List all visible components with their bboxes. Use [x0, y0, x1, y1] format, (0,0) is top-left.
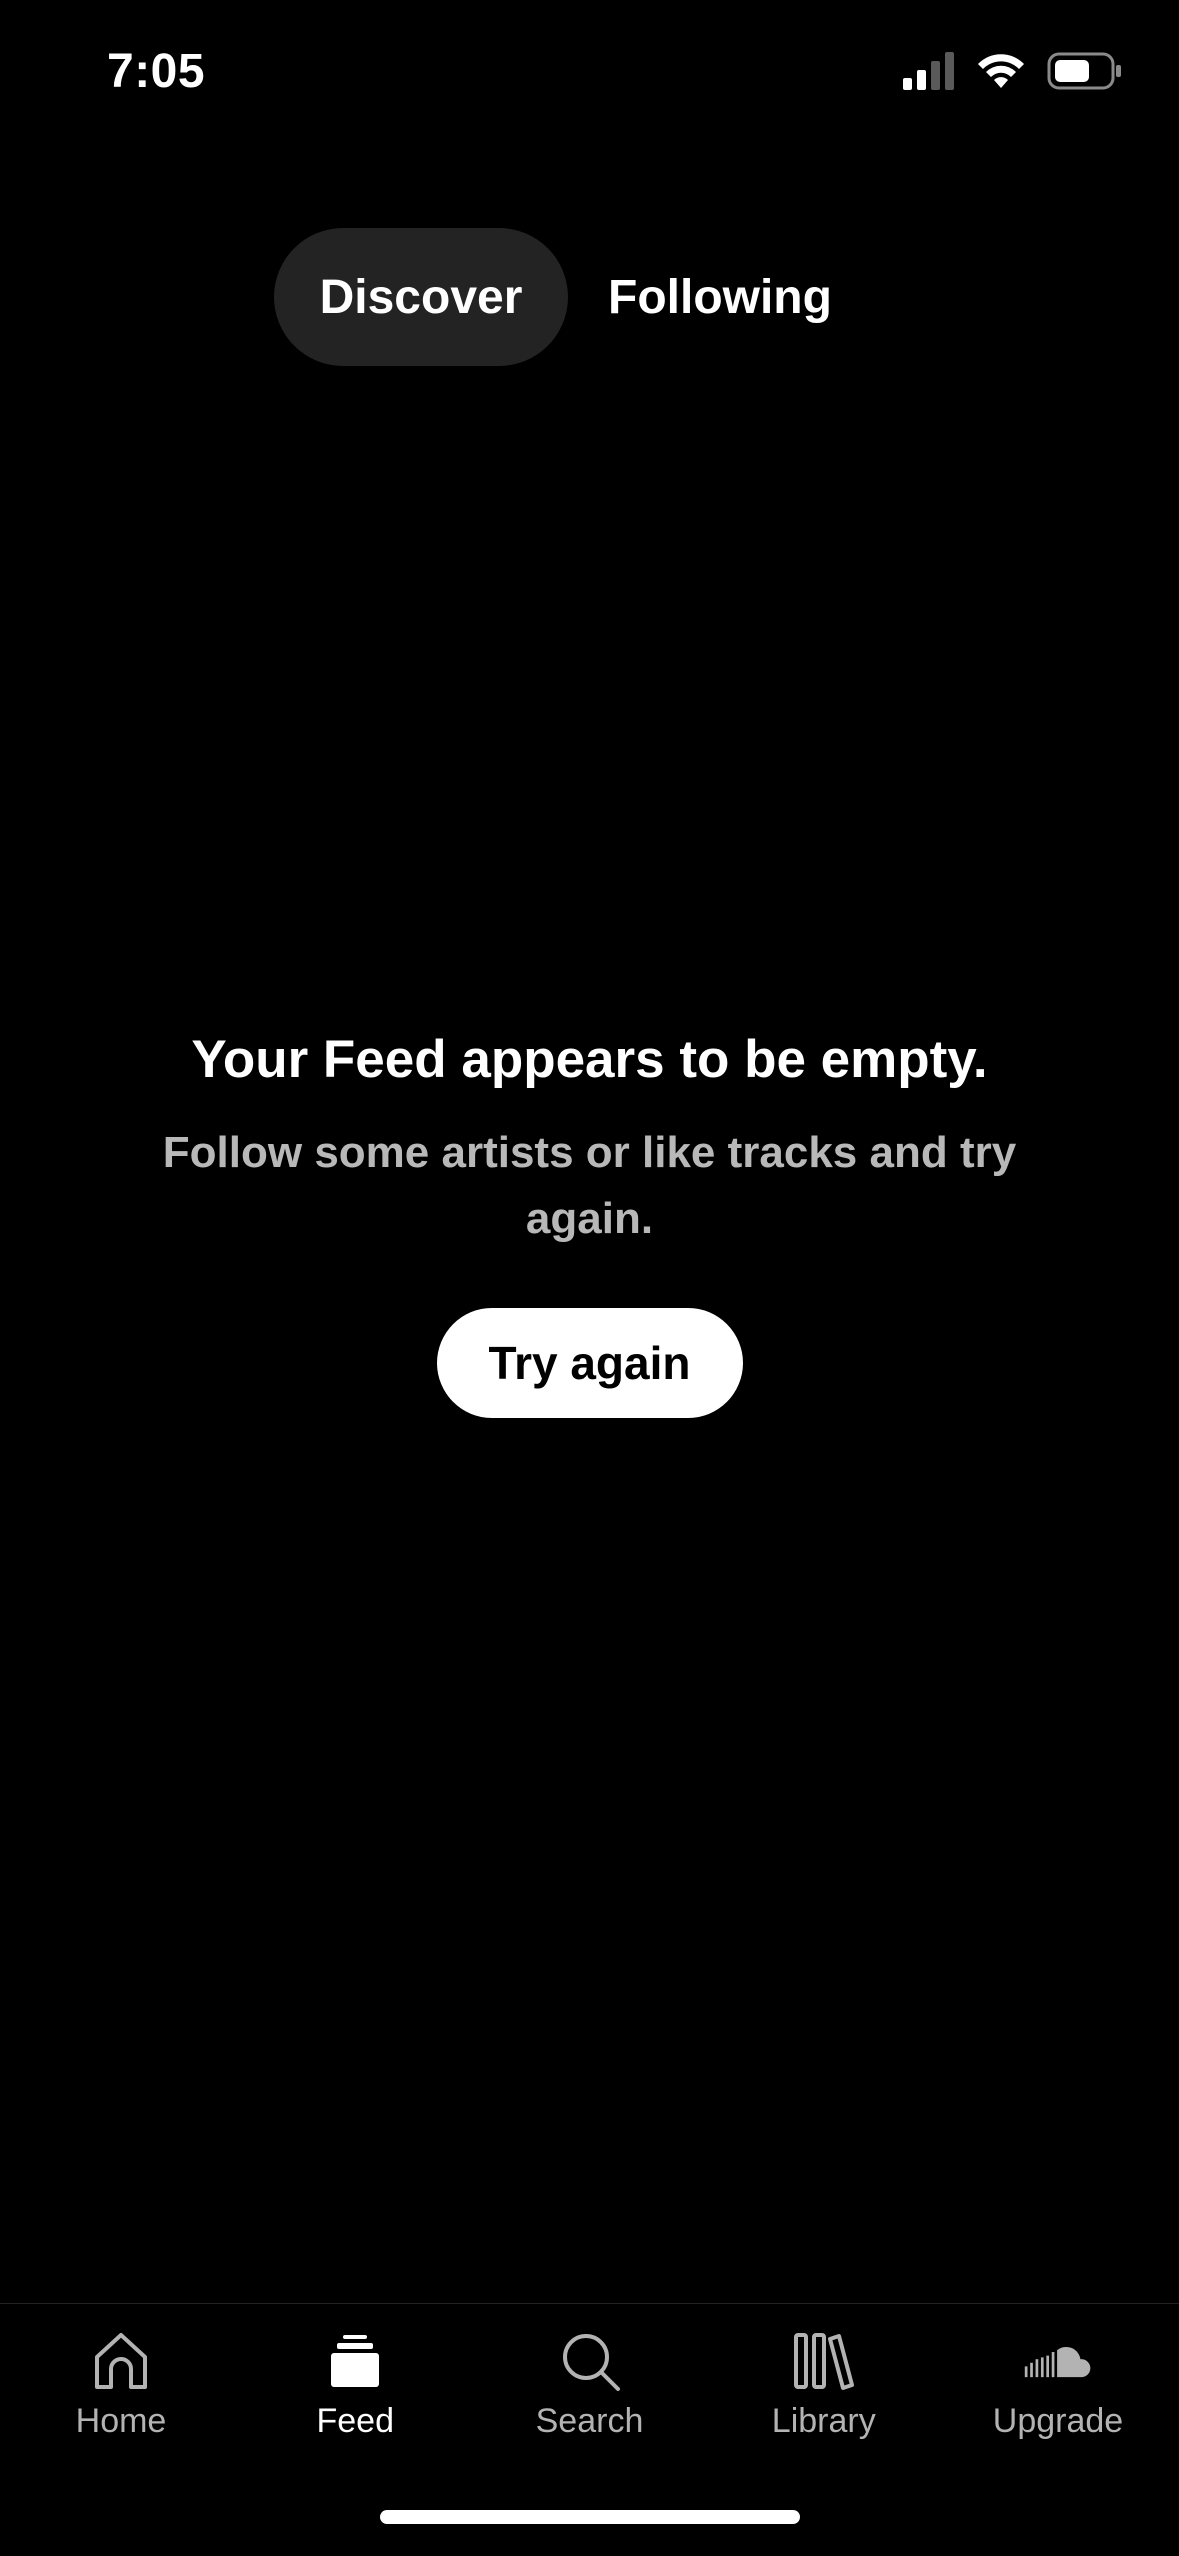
nav-item-upgrade[interactable]: Upgrade — [951, 2326, 1165, 2441]
nav-label-library: Library — [771, 2402, 876, 2440]
nav-item-home[interactable]: Home — [14, 2326, 228, 2441]
cellular-signal-icon — [903, 52, 955, 95]
try-again-button[interactable]: Try again — [436, 1308, 743, 1418]
empty-state-subtitle: Follow some artists or like tracks and t… — [162, 1128, 1017, 1243]
feed-tabs: Discover Following — [274, 228, 848, 366]
search-icon — [555, 2326, 625, 2396]
soundcloud-icon — [1023, 2326, 1093, 2396]
home-indicator[interactable] — [380, 2510, 800, 2524]
tab-discover[interactable]: Discover — [274, 228, 568, 366]
status-icons — [903, 52, 1123, 95]
battery-icon — [1047, 52, 1123, 95]
empty-state: Your Feed appears to be empty. Follow so… — [0, 1022, 1179, 1418]
nav-label-upgrade: Upgrade — [992, 2402, 1124, 2440]
wifi-icon — [977, 52, 1025, 95]
feed-screen: 7:05 Discover Following Your Feed appear… — [0, 0, 1179, 2556]
nav-item-library[interactable]: Library — [717, 2326, 931, 2441]
empty-state-title: Your Feed appears to be empty. — [191, 1030, 988, 1089]
nav-item-feed[interactable]: Feed — [248, 2326, 462, 2441]
nav-label-search: Search — [535, 2402, 644, 2440]
home-icon — [86, 2326, 156, 2396]
feed-icon — [320, 2326, 390, 2396]
tab-discover-label: Discover — [319, 270, 523, 324]
nav-label-feed: Feed — [316, 2402, 395, 2440]
nav-label-home: Home — [75, 2402, 167, 2440]
library-icon — [789, 2326, 859, 2396]
tab-following-label: Following — [608, 270, 832, 324]
status-time: 7:05 — [107, 45, 206, 98]
nav-item-search[interactable]: Search — [483, 2326, 697, 2441]
tab-following[interactable]: Following — [592, 228, 848, 366]
